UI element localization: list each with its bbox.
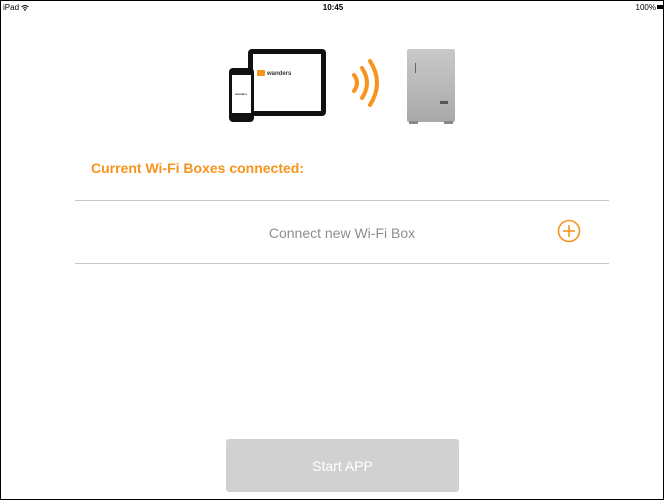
- box-usb-port: [440, 101, 448, 104]
- tablet-image: wanders: [248, 49, 326, 116]
- divider-bottom: [75, 263, 609, 264]
- status-battery-text: 100%: [635, 3, 656, 12]
- phone-brand-text: wanders: [235, 92, 248, 96]
- box-foot-right: [444, 121, 453, 124]
- box-label-lines: [415, 63, 430, 73]
- tablet-screen: wanders: [253, 54, 321, 111]
- status-bar: iPad 10:45 100%: [0, 0, 666, 14]
- phone-image: wanders: [229, 68, 254, 122]
- battery-icon: [657, 5, 664, 9]
- connect-new-box-row[interactable]: Connect new Wi-Fi Box: [75, 200, 609, 263]
- tablet-brand-text: wanders: [267, 71, 292, 77]
- connect-new-box-label: Connect new Wi-Fi Box: [268, 225, 416, 241]
- wifi-signal-icon: [352, 59, 379, 107]
- phone-screen: wanders: [232, 75, 251, 113]
- status-time: 10:45: [322, 3, 344, 12]
- box-foot-left: [409, 121, 418, 124]
- connected-boxes-heading: Current Wi-Fi Boxes connected:: [91, 160, 305, 176]
- brand-logo-icon: [257, 70, 265, 76]
- plus-circle-icon[interactable]: [557, 219, 581, 243]
- wifi-box-image: [407, 49, 455, 124]
- start-app-button[interactable]: Start APP: [226, 439, 459, 492]
